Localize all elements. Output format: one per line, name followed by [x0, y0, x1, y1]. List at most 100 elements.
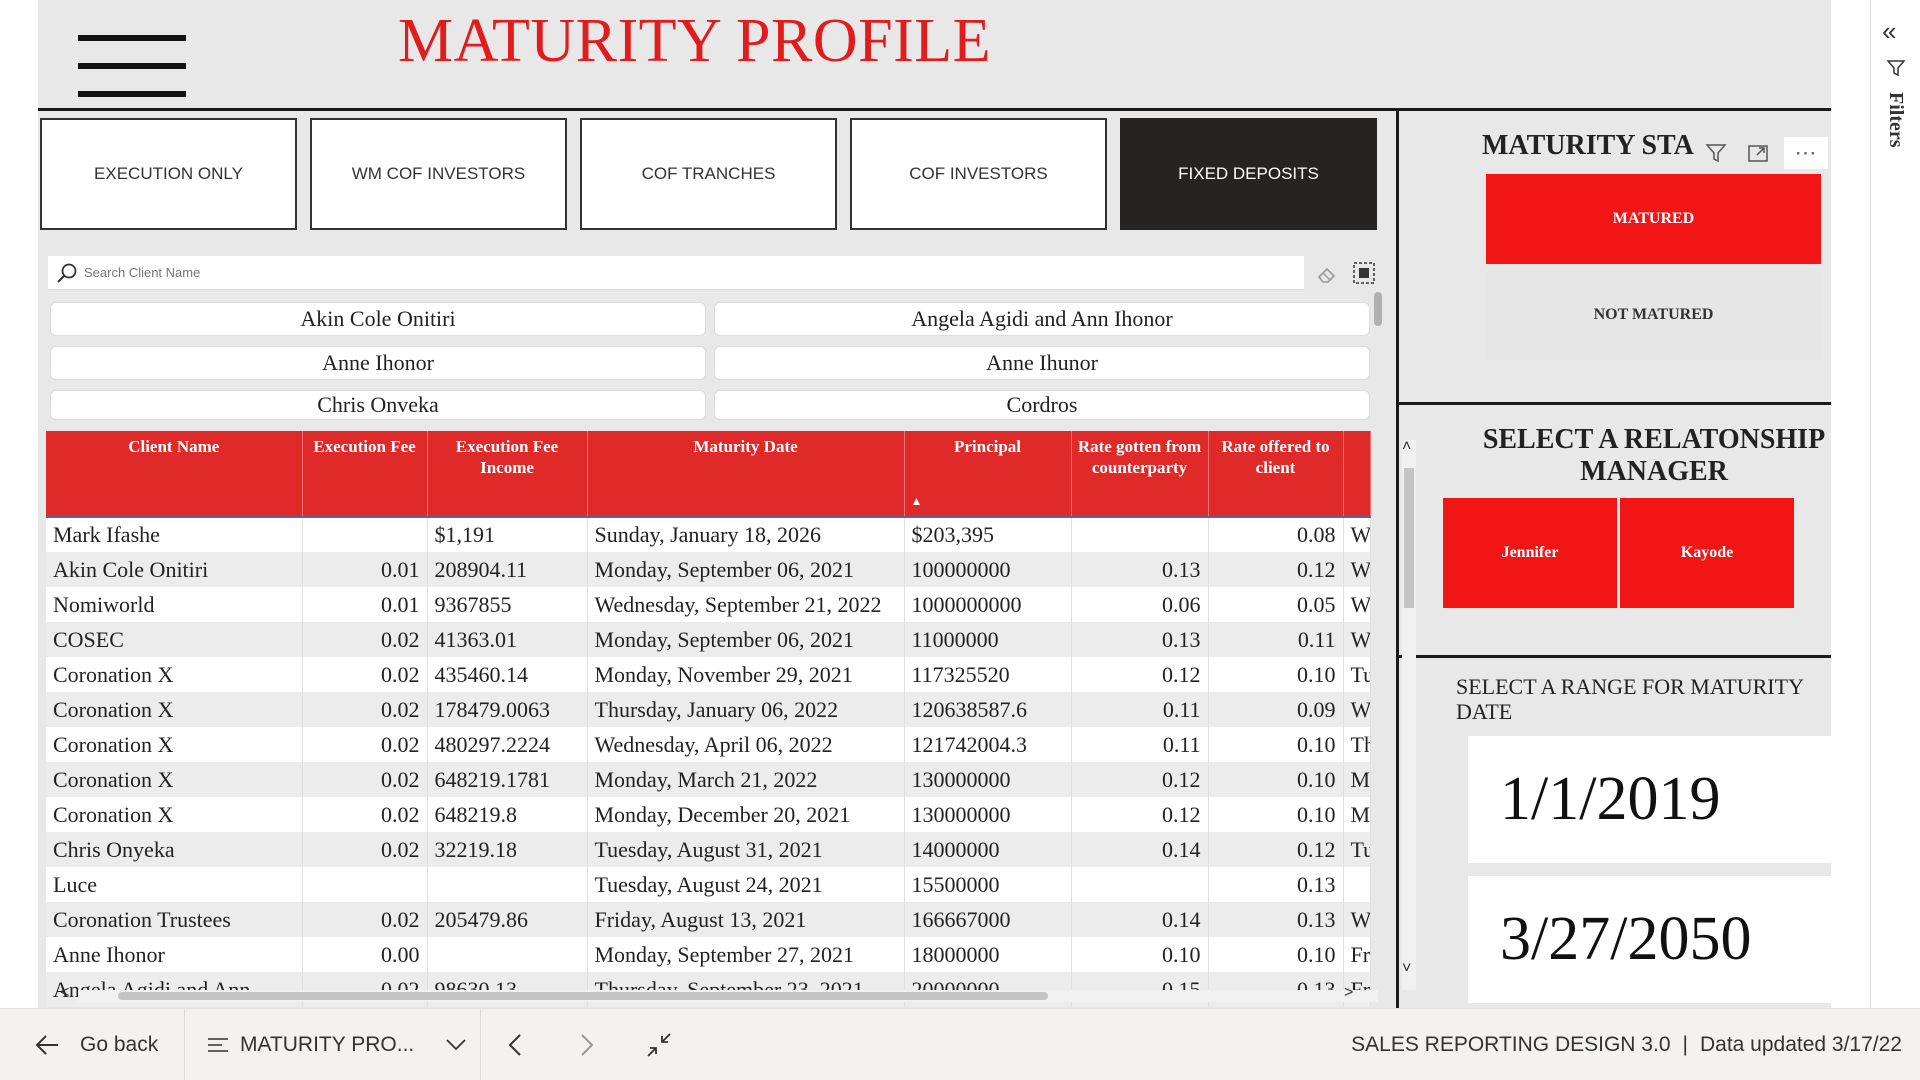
table-cell: 130000000	[904, 797, 1072, 832]
scroll-left-icon[interactable]: ˂	[60, 984, 69, 1002]
status-not-matured-button[interactable]: NOT MATURED	[1486, 270, 1821, 360]
page-list-icon	[208, 1038, 228, 1052]
hamburger-menu-icon[interactable]	[78, 32, 186, 104]
table-row[interactable]: Luce Tuesday, August 24, 2021 15500000 0.13	[46, 867, 1371, 902]
table-cell: Tuesday, August 24, 2021	[587, 867, 905, 902]
table-cell: 0.01	[302, 587, 428, 622]
page-selector[interactable]: MATURITY PRO...	[208, 1009, 466, 1080]
table-row[interactable]: Chris Onyeka 0.02 32219.18 Tuesday, August …	[46, 832, 1371, 867]
chevron-down-icon	[446, 1039, 466, 1051]
table-cell: 32219.18	[427, 832, 588, 867]
table-cell: 120638587.6	[904, 692, 1072, 727]
eraser-icon[interactable]	[1315, 262, 1339, 286]
table-row[interactable]: Coronation Trustees 0.02 205479.86 Friday, …	[46, 902, 1371, 937]
table-row[interactable]: Mark Ifashe $1,191 Sunday, January 18, 202…	[46, 516, 1371, 552]
table-cell: W	[1343, 622, 1371, 657]
tab-cof-tranches[interactable]: COF TRANCHES	[580, 118, 837, 230]
fit-to-page-button[interactable]	[646, 1009, 672, 1080]
column-header[interactable]: Maturity Date	[587, 431, 905, 517]
maturity-range-title: SELECT A RANGE FOR MATURITY DATE	[1456, 674, 1804, 724]
end-date-input[interactable]: 3/27/2050	[1468, 876, 1831, 1003]
table-cell: 0.13	[1208, 902, 1344, 937]
table-cell: M	[1343, 797, 1371, 832]
table-row[interactable]: COSEC 0.02 41363.01 Monday, September 06, 2…	[46, 622, 1371, 657]
chevron-left-icon	[508, 1034, 521, 1056]
scroll-down-icon[interactable]: ˅	[1402, 960, 1411, 978]
table-row[interactable]: Coronation X 0.02 435460.14 Monday, Novembe…	[46, 657, 1371, 692]
slicer-scrollbar[interactable]	[1374, 292, 1382, 326]
column-header[interactable]	[1343, 431, 1371, 517]
table-cell: Nomiworld	[46, 587, 303, 622]
table-cell: Mark Ifashe	[46, 516, 303, 552]
table-cell: Chris Onyeka	[46, 832, 303, 867]
table-cell: 121742004.3	[904, 727, 1072, 762]
scroll-up-icon[interactable]: ˄	[1402, 438, 1411, 456]
divider	[1396, 655, 1831, 658]
table-horizontal-scrollbar[interactable]	[78, 990, 1378, 1002]
tab-execution-only[interactable]: EXECUTION ONLY	[40, 118, 297, 230]
table-row[interactable]: Coronation X 0.02 648219.8 Monday, December…	[46, 797, 1371, 832]
table-row[interactable]: Coronation X 0.02 178479.0063 Thursday, Jan…	[46, 692, 1371, 727]
column-header[interactable]: Principal ▲	[904, 431, 1072, 517]
table-row[interactable]: Coronation X 0.02 480297.2224 Wednesday, Ap…	[46, 727, 1371, 762]
column-header[interactable]: Rate offered to client	[1208, 431, 1344, 517]
table-cell: Sunday, January 18, 2026	[587, 516, 905, 552]
slicer-item[interactable]: Akin Cole Onitiri	[50, 302, 706, 336]
table-cell: Tuesday, August 31, 2021	[587, 832, 905, 867]
client-search-box[interactable]	[48, 256, 1304, 290]
start-date-input[interactable]: 1/1/2019	[1468, 736, 1831, 863]
table-cell: 0.10	[1071, 937, 1209, 972]
tab-cof-investors[interactable]: COF INVESTORS	[850, 118, 1107, 230]
table-cell: 0.01	[302, 552, 428, 587]
search-input[interactable]	[84, 265, 1284, 280]
tab-wm-cof-investors[interactable]: WM COF INVESTORS	[310, 118, 567, 230]
separator: |	[1682, 1033, 1688, 1056]
table-cell: 0.08	[1208, 516, 1344, 552]
rm-jennifer-button[interactable]: Jennifer	[1443, 498, 1617, 608]
column-header[interactable]: Execution Fee Income	[427, 431, 588, 517]
relationship-manager-title: SELECT A RELATONSHIP MANAGER	[1482, 424, 1826, 487]
table-cell	[302, 867, 428, 902]
more-options-icon[interactable]: ⋯	[1784, 137, 1828, 169]
filter-icon[interactable]	[1700, 137, 1732, 169]
table-cell: 208904.11	[427, 552, 588, 587]
collapse-pane-icon[interactable]: «	[1882, 16, 1896, 47]
column-header[interactable]: Rate gotten from counterparty	[1071, 431, 1209, 517]
table-cell: 0.10	[1208, 937, 1344, 972]
table-cell: Coronation X	[46, 797, 303, 832]
filters-label[interactable]: Filters	[1884, 92, 1907, 148]
table-cell: W	[1343, 692, 1371, 727]
column-header[interactable]: Execution Fee	[302, 431, 428, 517]
next-page-button[interactable]	[580, 1009, 594, 1080]
slicer-item[interactable]: Anne Ihonor	[50, 346, 706, 380]
tab-fixed-deposits[interactable]: FIXED DEPOSITS	[1120, 118, 1377, 230]
scroll-right-icon[interactable]: ˃	[1344, 984, 1353, 1002]
slicer-item[interactable]: Anne Ihunor	[714, 346, 1370, 380]
table-cell	[427, 867, 588, 902]
table-cell: 0.00	[302, 937, 428, 972]
rm-kayode-button[interactable]: Kayode	[1620, 498, 1794, 608]
slicer-item[interactable]: Cordros	[714, 390, 1370, 420]
table-cell: Coronation Trustees	[46, 902, 303, 937]
table-cell: 1000000000	[904, 587, 1072, 622]
table-vertical-scrollbar[interactable]	[1402, 440, 1416, 990]
go-back-button[interactable]: Go back	[34, 1009, 158, 1080]
column-header[interactable]: Client Name	[46, 431, 303, 517]
table-cell: Akin Cole Onitiri	[46, 552, 303, 587]
focus-mode-icon[interactable]	[1742, 137, 1774, 169]
select-all-icon[interactable]	[1352, 261, 1376, 285]
table-row[interactable]: Nomiworld 0.01 9367855 Wednesday, September…	[46, 587, 1371, 622]
table-cell	[1071, 516, 1209, 552]
status-matured-button[interactable]: MATURED	[1486, 174, 1821, 264]
previous-page-button[interactable]	[508, 1009, 522, 1080]
slicer-item[interactable]: Angela Agidi and Ann Ihonor	[714, 302, 1370, 336]
table-row[interactable]: Coronation X 0.02 648219.1781 Monday, March…	[46, 762, 1371, 797]
table-cell: Coronation X	[46, 692, 303, 727]
table-row[interactable]: Akin Cole Onitiri 0.01 208904.11 Monday, Se…	[46, 552, 1371, 587]
table-cell: 0.02	[302, 797, 428, 832]
table-row[interactable]: Anne Ihonor 0.00 Monday, September 27, 202…	[46, 937, 1371, 972]
table-cell: 0.02	[302, 622, 428, 657]
table-cell: 0.13	[1208, 867, 1344, 902]
slicer-item[interactable]: Chris Onveka	[50, 390, 706, 420]
filter-pane-icon[interactable]	[1886, 58, 1906, 78]
